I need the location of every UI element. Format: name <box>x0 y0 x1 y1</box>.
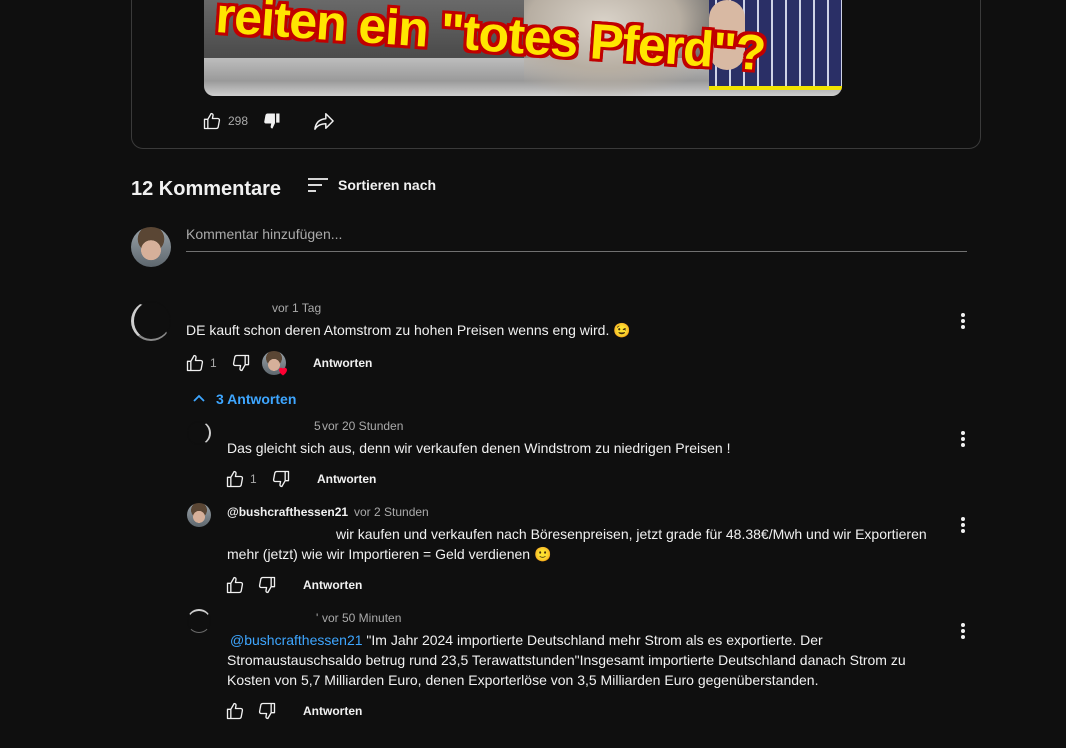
reply-text-line-2: Stromaustauschsaldo betrug rund 23,5 Ter… <box>227 652 906 668</box>
comment-text: DE kauft schon deren Atomstrom zu hohen … <box>186 322 631 338</box>
user-avatar <box>131 227 171 267</box>
reply-button[interactable]: Antworten <box>317 472 376 486</box>
reply-button[interactable]: Antworten <box>303 704 362 718</box>
mention-link[interactable]: @bushcrafthessen21 <box>230 632 363 648</box>
reply-time: vor 50 Minuten <box>322 611 402 625</box>
commenter-avatar[interactable] <box>131 301 171 341</box>
reply-time: vor 2 Stunden <box>354 505 429 519</box>
heart-icon <box>277 364 289 376</box>
comments-count-heading: 12 Kommentare <box>131 178 282 200</box>
reply-avatar[interactable] <box>187 609 211 633</box>
video-thumbnail[interactable]: reiten ein "totes Pferd"? <box>204 0 842 96</box>
reply-text-line-1-content: "Im Jahr 2024 importierte Deutschland me… <box>362 632 823 648</box>
add-comment-placeholder: Kommentar hinzufügen... <box>186 226 343 242</box>
reply-handle-fragment: ' <box>316 611 319 625</box>
like-count: 298 <box>228 114 249 128</box>
reply-like-icon[interactable] <box>225 575 245 595</box>
replies-toggle-button[interactable]: 3 Antworten <box>216 391 296 407</box>
thumbs-up-icon[interactable] <box>202 111 222 131</box>
reply-menu-icon[interactable] <box>955 429 971 449</box>
reply-handle-fragment: 5 <box>314 419 321 433</box>
thumbs-down-filled-icon[interactable] <box>262 111 282 131</box>
reply-dislike-icon[interactable] <box>271 469 291 489</box>
reply-menu-icon[interactable] <box>955 621 971 641</box>
reply-time: vor 20 Stunden <box>322 419 404 433</box>
reply-text-line-3: Kosten von 5,7 Milliarden Euro, denen Ex… <box>227 672 819 688</box>
reply-text-line-2: mehr (jetzt) wie wir Importieren = Geld … <box>227 546 552 562</box>
reply-text-line-1: wir kaufen und verkaufen nach Böresenpre… <box>336 526 927 542</box>
reply-button[interactable]: Antworten <box>303 578 362 592</box>
sort-button[interactable]: Sortieren nach <box>338 177 436 193</box>
reply-handle[interactable]: @bushcrafthessen21 <box>227 505 348 519</box>
comment-time: vor 1 Tag <box>272 301 322 315</box>
share-icon[interactable] <box>313 111 335 131</box>
reply-like-count: 1 <box>250 472 257 486</box>
reply-dislike-icon[interactable] <box>257 701 277 721</box>
reply-like-icon[interactable] <box>225 469 245 489</box>
reply-text-line-1: @bushcrafthessen21 "Im Jahr 2024 importi… <box>230 630 823 650</box>
reply-menu-icon[interactable] <box>955 515 971 535</box>
comment-like-icon[interactable] <box>185 353 205 373</box>
reply-text: Das gleicht sich aus, denn wir verkaufen… <box>227 440 731 456</box>
comment-dislike-icon[interactable] <box>231 353 251 373</box>
reply-avatar[interactable] <box>187 503 211 527</box>
reply-dislike-icon[interactable] <box>257 575 277 595</box>
reply-button[interactable]: Antworten <box>313 356 372 370</box>
reply-avatar[interactable] <box>187 421 211 445</box>
reply-like-icon[interactable] <box>225 701 245 721</box>
sort-icon[interactable] <box>307 176 329 194</box>
comment-menu-icon[interactable] <box>955 311 971 331</box>
chevron-up-icon[interactable] <box>192 392 206 404</box>
comment-like-count: 1 <box>210 356 217 370</box>
add-comment-input[interactable]: Kommentar hinzufügen... <box>186 226 967 252</box>
